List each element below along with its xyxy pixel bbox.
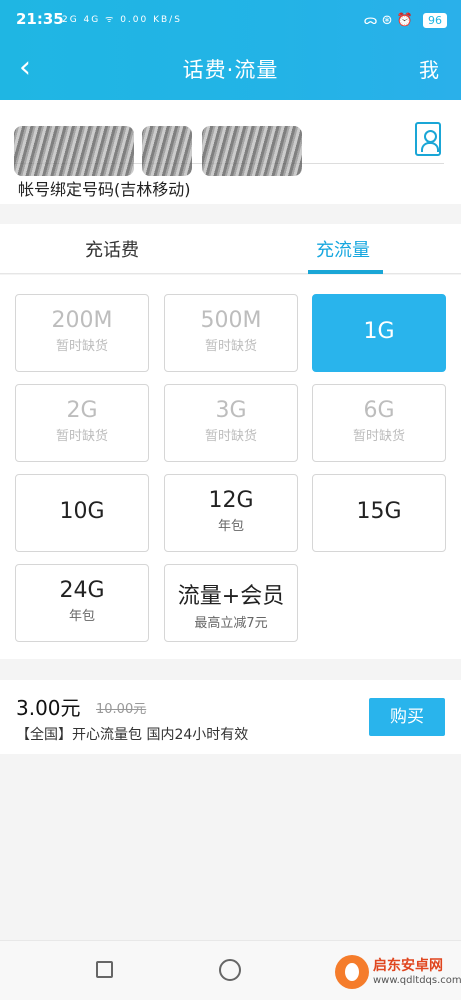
package-12g[interactable]: 12G 年包 — [164, 474, 298, 552]
package-size: 200M — [51, 308, 113, 333]
watermark-logo-icon — [335, 955, 369, 989]
package-note: 暂时缺货 — [55, 339, 108, 354]
original-price: 10.00元 — [96, 702, 147, 717]
package-size: 12G — [208, 488, 254, 513]
app-header: 21:35 2G 4G ᯤ 0.00 KB/S ᯅ ⊛ ⏰ 96 ‹ 话费·流量… — [0, 0, 461, 100]
status-time: 21:35 — [16, 10, 64, 28]
package-size: 2G — [66, 398, 98, 423]
package-grid: 200M 暂时缺货 500M 暂时缺货 1G 2G 暂时缺货 3G 暂时缺货 6… — [0, 275, 461, 659]
me-button[interactable]: 我 — [419, 54, 439, 83]
watermark-url: www.qdltdqs.com — [373, 975, 461, 986]
package-size: 1G — [363, 319, 395, 344]
status-bar: 21:35 2G 4G ᯤ 0.00 KB/S ᯅ ⊛ ⏰ 96 — [0, 0, 461, 36]
package-note: 暂时缺货 — [204, 429, 257, 444]
active-tab-indicator — [308, 270, 383, 274]
vibrate-lock-alarm-icons: ᯅ ⊛ ⏰ — [363, 13, 413, 28]
redaction-scribble — [14, 126, 134, 176]
package-size: 24G — [59, 578, 105, 603]
package-data-plus-membership[interactable]: 流量+会员 最高立减7元 — [164, 564, 298, 642]
package-200m[interactable]: 200M 暂时缺货 — [15, 294, 149, 372]
package-size: 3G — [215, 398, 247, 423]
package-500m[interactable]: 500M 暂时缺货 — [164, 294, 298, 372]
package-size: 500M — [200, 308, 262, 333]
buy-button[interactable]: 购买 — [369, 698, 445, 736]
package-size: 6G — [363, 398, 395, 423]
account-section: 帐号绑定号码(吉林移动) — [0, 100, 461, 204]
page-title: 话费·流量 — [182, 58, 279, 82]
package-15g[interactable]: 15G — [312, 474, 446, 552]
package-description: 【全国】开心流量包 国内24小时有效 — [16, 727, 249, 743]
watermark: 启东安卓网 www.qdltdqs.com — [335, 953, 461, 993]
package-size: 10G — [59, 499, 105, 524]
contacts-icon[interactable] — [415, 122, 441, 156]
package-note: 暂时缺货 — [204, 339, 257, 354]
redaction-scribble — [202, 126, 302, 176]
battery-icon: 96 — [423, 13, 447, 28]
redaction-scribble — [142, 126, 192, 176]
package-10g[interactable]: 10G — [15, 474, 149, 552]
package-1g[interactable]: 1G — [312, 294, 446, 372]
phone-number-input[interactable] — [14, 114, 444, 176]
tab-recharge-credit[interactable]: 充话费 — [85, 236, 139, 262]
package-6g[interactable]: 6G 暂时缺货 — [312, 384, 446, 462]
package-3g[interactable]: 3G 暂时缺货 — [164, 384, 298, 462]
package-note: 年包 — [68, 609, 95, 624]
recent-apps-icon[interactable] — [96, 961, 113, 978]
system-nav-bar: 启东安卓网 www.qdltdqs.com — [0, 940, 461, 1000]
package-24g[interactable]: 24G 年包 — [15, 564, 149, 642]
package-note: 暂时缺货 — [352, 429, 405, 444]
watermark-name: 启东安卓网 — [373, 958, 443, 974]
tab-bar: 充话费 充流量 — [0, 224, 461, 274]
package-2g[interactable]: 2G 暂时缺货 — [15, 384, 149, 462]
package-size: 流量+会员 — [177, 584, 285, 609]
system-icons: ᯅ ⊛ ⏰ 96 — [363, 10, 447, 28]
package-note: 年包 — [217, 519, 244, 534]
purchase-section: 3.00元 10.00元 【全国】开心流量包 国内24小时有效 购买 — [0, 680, 461, 754]
package-note: 暂时缺货 — [55, 429, 108, 444]
package-note: 最高立减7元 — [194, 616, 268, 631]
network-icons: 2G 4G ᯤ 0.00 KB/S — [62, 15, 182, 25]
tab-recharge-data[interactable]: 充流量 — [316, 236, 370, 262]
package-size: 15G — [356, 499, 402, 524]
home-icon[interactable] — [219, 959, 241, 981]
current-price: 3.00元 — [16, 696, 81, 720]
bind-number-label: 帐号绑定号码(吉林移动) — [18, 180, 191, 199]
nav-bar: ‹ 话费·流量 我 — [0, 44, 461, 92]
